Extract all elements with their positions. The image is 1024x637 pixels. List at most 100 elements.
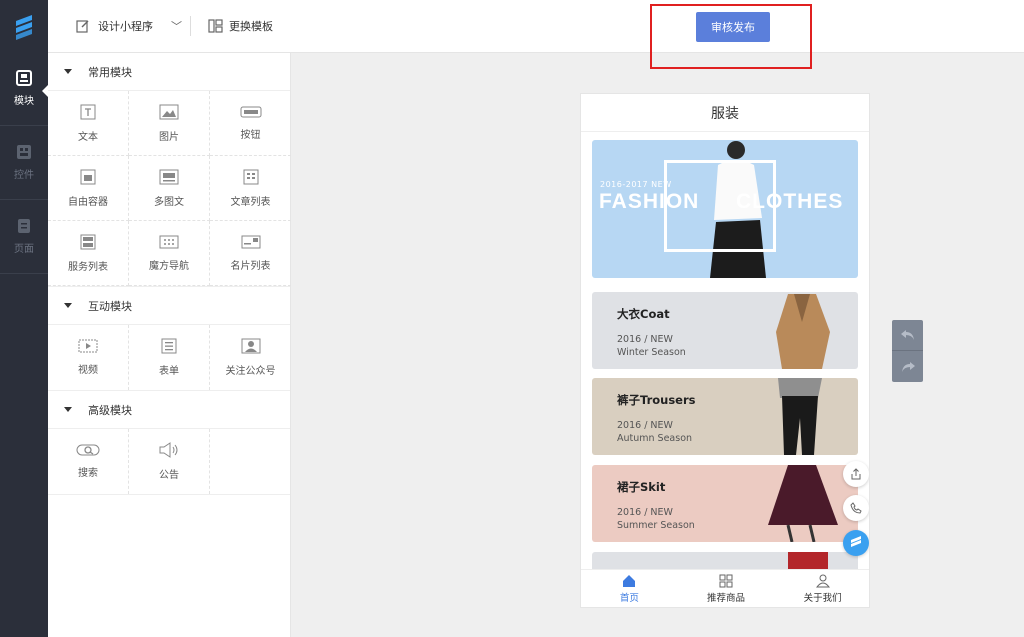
phone-icon[interactable] <box>843 495 869 521</box>
search-icon <box>76 444 100 456</box>
module-label: 自由容器 <box>68 196 108 208</box>
module-card-list[interactable]: 名片列表 <box>210 221 291 286</box>
card-line2: Autumn Season <box>617 433 693 444</box>
home-icon <box>623 574 636 587</box>
user-icon <box>815 574 830 587</box>
module-label: 表单 <box>159 366 179 377</box>
share-icon[interactable] <box>843 461 869 487</box>
fashion-banner[interactable]: 2016-2017 NEW FASHION CLOTHES <box>592 140 858 278</box>
card-line2: Winter Season <box>617 347 686 358</box>
category-card-coat[interactable]: 大衣Coat 2016 / NEW Winter Season <box>592 292 858 369</box>
module-search[interactable]: 搜索 <box>48 429 129 494</box>
banner-small-text: 2016-2017 NEW <box>600 180 672 189</box>
module-video[interactable]: 视频 <box>48 325 129 390</box>
container-icon <box>80 169 96 184</box>
module-empty-slot <box>210 429 291 494</box>
card-line1: 2016 / NEW <box>617 507 673 518</box>
section-title: 高级模块 <box>88 403 132 417</box>
design-label: 设计小程序 <box>98 20 153 33</box>
card-line1: 2016 / NEW <box>617 420 673 431</box>
section-title: 互动模块 <box>88 299 132 313</box>
module-label: 图片 <box>159 131 179 143</box>
common-modules-grid: 文本 图片 按钮 自由容器 多图文 文章列表 服务列表 魔方导航 名片列表 <box>48 91 291 287</box>
caret-down-icon <box>64 303 72 312</box>
tab-home[interactable]: 首页 <box>581 570 678 607</box>
chevron-down-icon: ﹀ <box>171 20 182 33</box>
brand-float-icon[interactable] <box>843 530 869 556</box>
module-text[interactable]: 文本 <box>48 91 129 156</box>
module-form[interactable]: 表单 <box>129 325 210 390</box>
video-icon <box>78 339 98 353</box>
app-logo[interactable] <box>0 0 48 52</box>
module-free-container[interactable]: 自由容器 <box>48 156 129 221</box>
banner-word-clothes: CLOTHES <box>736 190 844 213</box>
design-miniprogram-dropdown[interactable]: 设计小程序 ﹀ <box>76 18 182 34</box>
skirt-image <box>768 465 838 542</box>
module-icon <box>16 70 32 86</box>
module-magic-nav[interactable]: 魔方导航 <box>129 221 210 286</box>
section-common-modules[interactable]: 常用模块 <box>48 53 290 91</box>
advanced-modules-grid: 搜索 公告 <box>48 429 290 495</box>
phone-preview: 服装 2016-2017 NEW FASHION CLOTHES 大衣Coat … <box>580 93 870 608</box>
module-label: 文本 <box>78 131 98 143</box>
divider <box>190 16 191 36</box>
magic-nav-icon <box>159 235 179 248</box>
text-icon <box>80 104 96 119</box>
page-icon <box>18 219 30 233</box>
redo-button[interactable] <box>892 351 923 382</box>
card-line1: 2016 / NEW <box>617 334 673 345</box>
redo-icon <box>901 361 915 372</box>
image-icon <box>159 104 179 119</box>
rail-item-page[interactable]: 页面 <box>0 200 48 274</box>
banner-word-fashion: FASHION <box>599 190 700 213</box>
rail-item-label: 模块 <box>14 96 34 107</box>
module-label: 公告 <box>159 470 179 481</box>
rail-item-widget[interactable]: 控件 <box>0 126 48 200</box>
category-card-trousers[interactable]: 裤子Trousers 2016 / NEW Autumn Season <box>592 378 858 455</box>
module-label: 魔方导航 <box>149 260 189 272</box>
module-image[interactable]: 图片 <box>129 91 210 156</box>
module-label: 多图文 <box>154 196 184 208</box>
highlight-box <box>650 4 812 69</box>
tab-label: 推荐商品 <box>707 592 746 604</box>
rail-item-module[interactable]: 模块 <box>0 52 48 126</box>
tab-label: 首页 <box>619 592 639 604</box>
module-button[interactable]: 按钮 <box>210 91 291 156</box>
card-list-icon <box>241 235 260 248</box>
widget-icon <box>17 145 31 159</box>
card-title: 大衣Coat <box>617 307 670 321</box>
module-label: 关注公众号 <box>225 366 276 377</box>
module-follow-account[interactable]: 关注公众号 <box>210 325 291 390</box>
module-article-list[interactable]: 文章列表 <box>210 156 291 221</box>
change-template-button[interactable]: 更换模板 <box>208 18 273 34</box>
tab-about[interactable]: 关于我们 <box>774 570 869 607</box>
section-title: 常用模块 <box>88 65 132 79</box>
caret-down-icon <box>64 69 72 78</box>
card-title: 裤子Trousers <box>617 393 696 407</box>
undo-button[interactable] <box>892 320 923 351</box>
tab-recommended[interactable]: 推荐商品 <box>678 570 775 607</box>
module-label: 服务列表 <box>68 261 108 273</box>
interactive-modules-grid: 视频 表单 关注公众号 <box>48 325 290 391</box>
top-bar: 设计小程序 ﹀ 更换模板 审核发布 <box>48 0 1024 69</box>
follow-account-icon <box>241 338 260 354</box>
category-card-skirt[interactable]: 裙子Skit 2016 / NEW Summer Season <box>592 465 858 542</box>
button-icon <box>240 106 261 117</box>
section-advanced-modules[interactable]: 高级模块 <box>48 391 290 429</box>
page-title: 服装 <box>581 94 869 132</box>
module-label: 名片列表 <box>230 260 271 272</box>
multi-image-text-icon <box>159 169 179 184</box>
module-service-list[interactable]: 服务列表 <box>48 221 129 286</box>
form-icon <box>161 338 177 354</box>
trousers-image <box>778 378 822 455</box>
module-multi-image-text[interactable]: 多图文 <box>129 156 210 221</box>
section-interactive-modules[interactable]: 互动模块 <box>48 287 290 325</box>
rail-item-label: 页面 <box>14 244 34 255</box>
bottom-tab-bar: 首页 推荐商品 关于我们 <box>581 569 869 607</box>
edit-icon <box>76 20 89 33</box>
tab-label: 关于我们 <box>803 592 842 604</box>
speaker-icon <box>159 442 178 458</box>
module-announcement[interactable]: 公告 <box>129 429 210 494</box>
template-label: 更换模板 <box>229 20 273 33</box>
undo-redo-panel <box>892 320 923 382</box>
